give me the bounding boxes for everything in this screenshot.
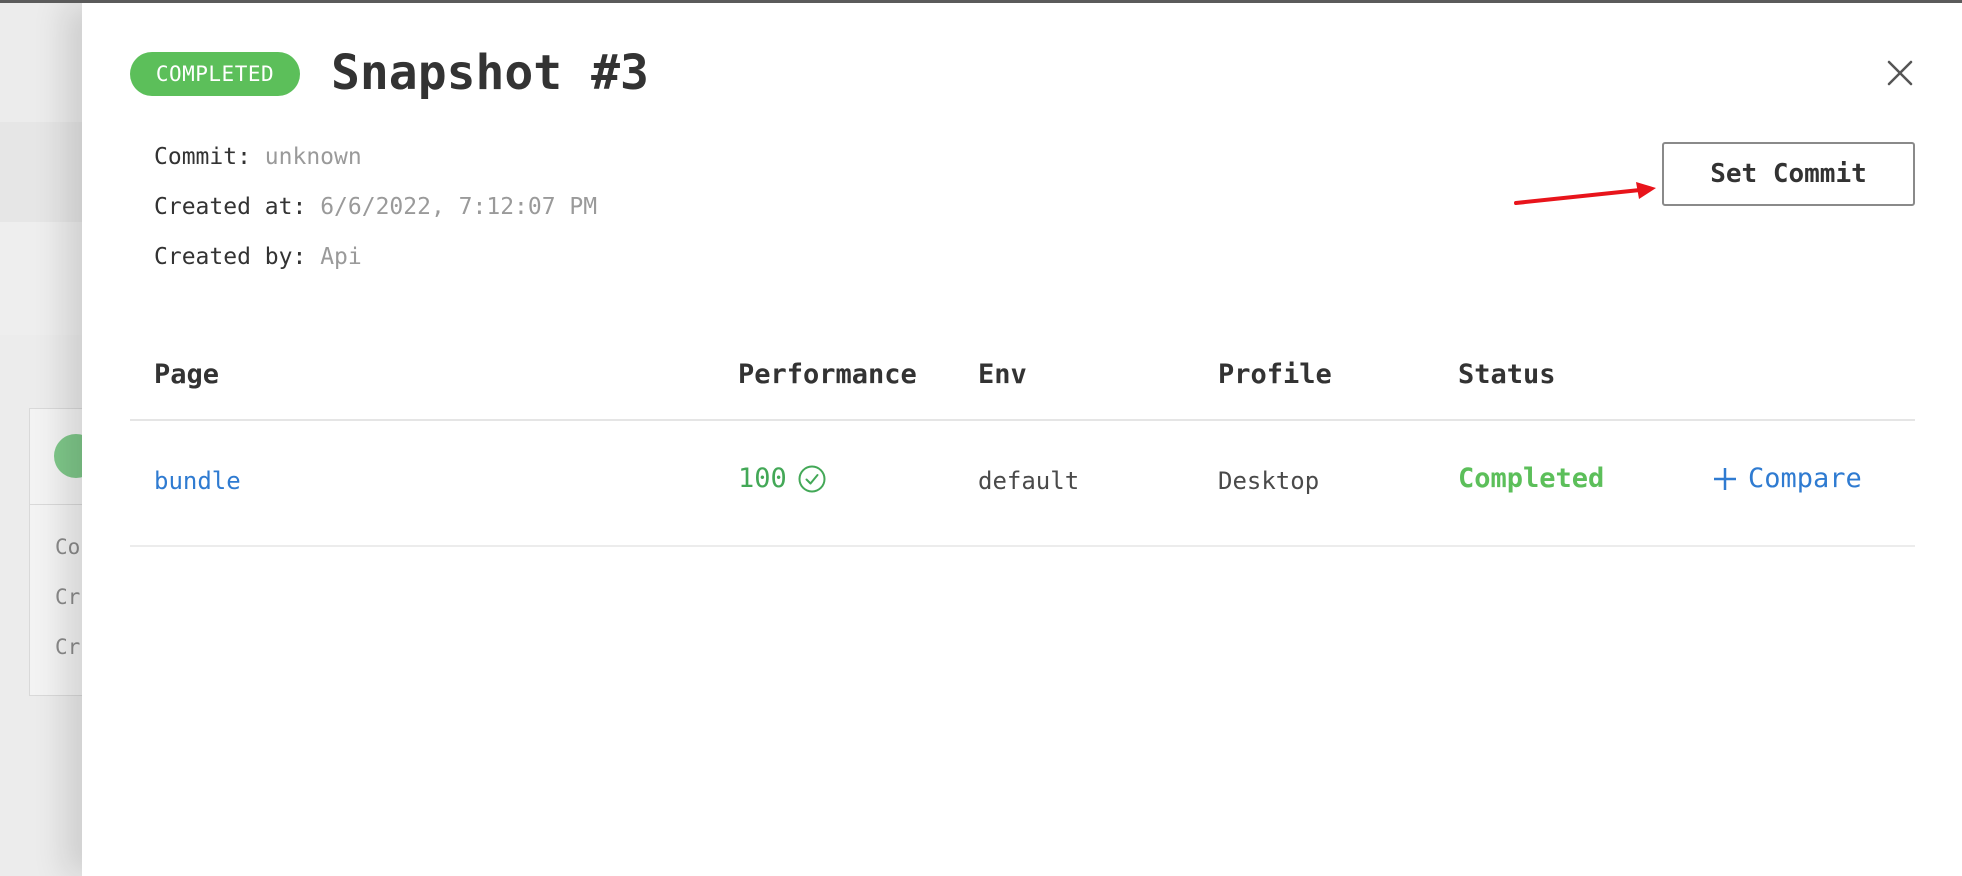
page-link[interactable]: bundle — [154, 465, 241, 497]
annotation-arrow — [1514, 182, 1656, 205]
status-value: Completed — [1458, 463, 1605, 494]
table-header: Page Performance Env Profile Status — [130, 343, 1915, 421]
created-by-value: Api — [320, 244, 362, 270]
commit-value: unknown — [264, 144, 362, 170]
pages-table: Page Performance Env Profile Status bund… — [130, 343, 1915, 547]
column-header-status: Status — [1458, 359, 1556, 390]
commit-info: Commit: unknown — [154, 142, 362, 172]
set-commit-button[interactable]: Set Commit — [1662, 142, 1915, 206]
created-at-value: 6/6/2022, 7:12:07 PM — [320, 194, 598, 220]
window-top-border — [0, 0, 1962, 3]
created-at-label: Created at: — [154, 194, 307, 220]
close-button[interactable] — [1880, 53, 1920, 93]
column-header-env: Env — [978, 359, 1027, 390]
status-badge: COMPLETED — [130, 52, 300, 96]
background-card-line: Cr — [55, 585, 81, 609]
background-card-line: Cr — [55, 635, 81, 659]
compare-label: Compare — [1748, 463, 1862, 494]
performance-score: 100 — [738, 463, 827, 495]
env-value: default — [978, 467, 1080, 495]
page-title: Snapshot #3 — [331, 45, 649, 101]
created-by-info: Created by: Api — [154, 242, 362, 272]
compare-button[interactable]: Compare — [1712, 463, 1862, 495]
plus-icon — [1714, 468, 1736, 490]
created-at-info: Created at: 6/6/2022, 7:12:07 PM — [154, 192, 597, 222]
column-header-page: Page — [154, 359, 220, 390]
background-card-line: Co — [55, 535, 81, 559]
snapshot-drawer: COMPLETED Snapshot #3 Commit: unknown Cr… — [82, 3, 1962, 876]
created-by-label: Created by: — [154, 244, 307, 270]
performance-value: 100 — [738, 463, 787, 494]
profile-value: Desktop — [1218, 467, 1320, 495]
commit-label: Commit: — [154, 144, 251, 170]
column-header-profile: Profile — [1218, 359, 1332, 390]
table-row: bundle 100 default Desktop Completed Com… — [130, 421, 1915, 547]
check-circle-icon — [798, 465, 826, 493]
column-header-performance: Performance — [738, 359, 917, 390]
close-icon — [1887, 60, 1913, 86]
